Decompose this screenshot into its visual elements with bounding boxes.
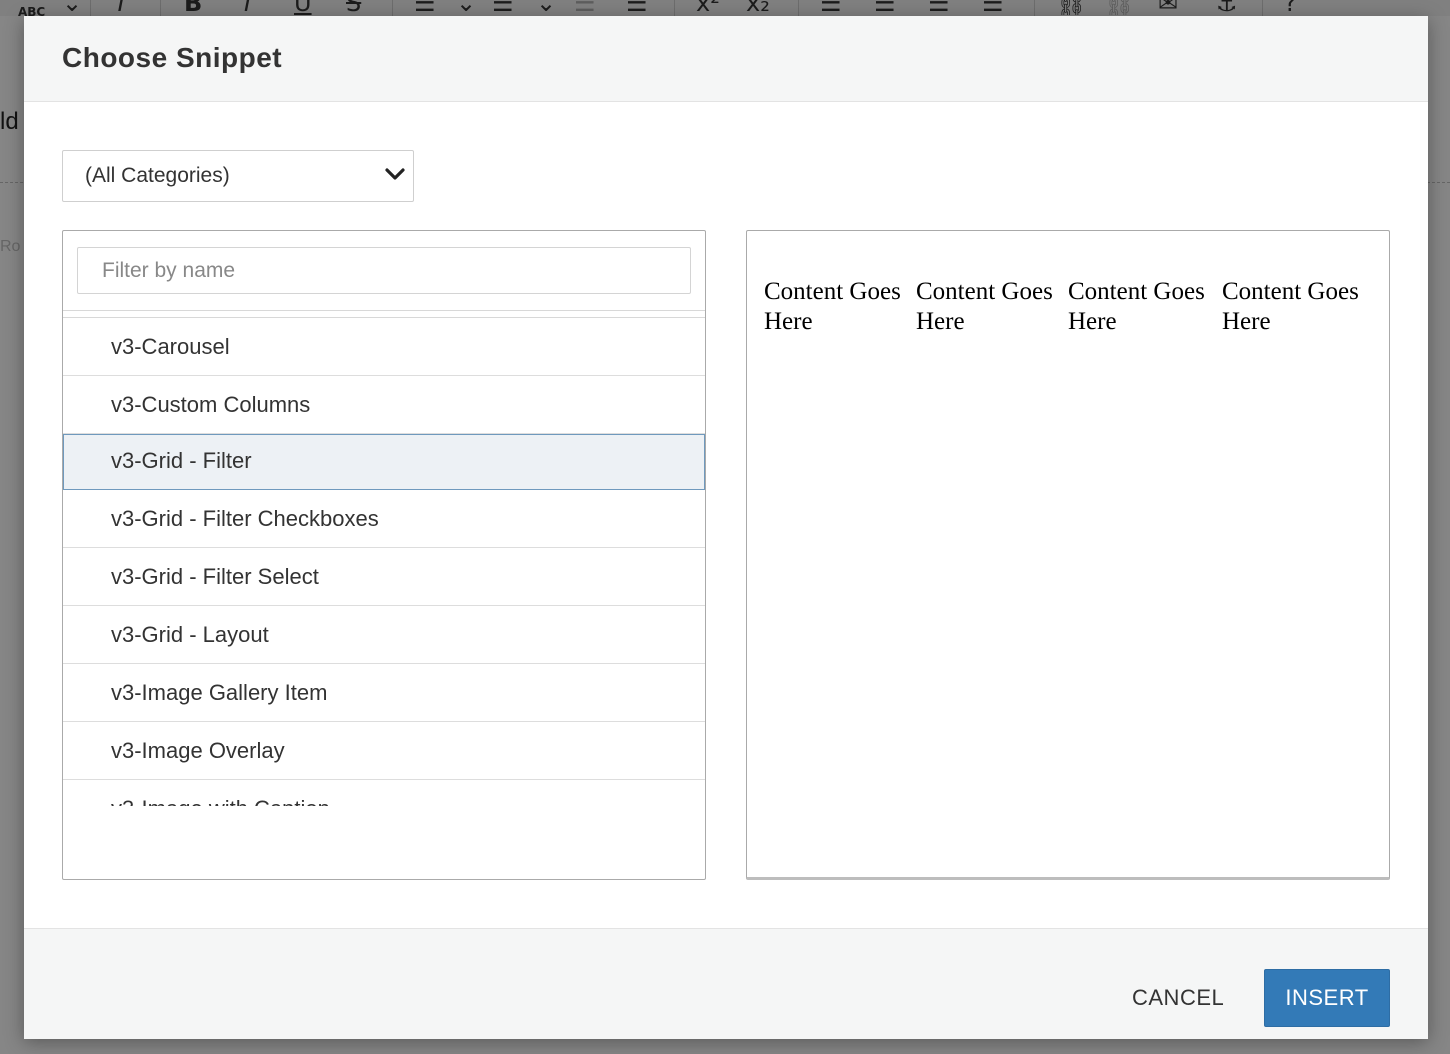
cancel-button[interactable]: CANCEL [1116, 969, 1240, 1027]
category-select-value: (All Categories) [85, 164, 230, 187]
snippet-list-item[interactable]: v3-Image with Caption [63, 780, 705, 806]
snippet-list-item[interactable]: v3-Custom Columns [63, 376, 705, 434]
category-select[interactable]: (All Categories) [62, 150, 414, 202]
dialog-header: Choose Snippet [24, 16, 1428, 102]
snippet-preview-panel: Content Goes Here Content Goes Here Conten… [746, 230, 1390, 880]
snippet-list-item[interactable]: v3-Carousel [63, 318, 705, 376]
snippet-list: v3-Carousel v3-Custom Columns v3-Grid - Fi… [63, 318, 705, 806]
choose-snippet-dialog: Choose Snippet (All Categories) v3-Carou… [24, 16, 1428, 1039]
snippet-list-item[interactable]: v3-Grid - Layout [63, 606, 705, 664]
preview-column-text: Content Goes Here [764, 278, 901, 335]
snippet-list-item[interactable]: v3-Image Gallery Item [63, 664, 705, 722]
snippet-list-item[interactable]: v3-Grid - Filter Checkboxes [63, 490, 705, 548]
snippet-list-item[interactable]: v3-Grid - Filter [63, 434, 705, 490]
dialog-footer: CANCEL INSERT [24, 928, 1428, 1039]
preview-column-text: Content Goes Here [1068, 278, 1205, 335]
preview-column-text: Content Goes Here [916, 278, 1053, 335]
preview-column-text: Content Goes Here [1222, 278, 1359, 335]
snippet-list-item[interactable]: v3-Grid - Filter Select [63, 548, 705, 606]
filter-by-name-input[interactable] [77, 247, 691, 294]
snippet-list-panel: v3-Carouselv3-Custom Columnsv3-Grid - Fi… [62, 230, 706, 880]
chevron-down-icon [385, 168, 405, 180]
snippet-list-item[interactable]: v3-Image Overlay [63, 722, 705, 780]
dialog-title: Choose Snippet [62, 42, 283, 73]
list-divider [63, 310, 705, 311]
insert-button[interactable]: INSERT [1264, 969, 1390, 1027]
